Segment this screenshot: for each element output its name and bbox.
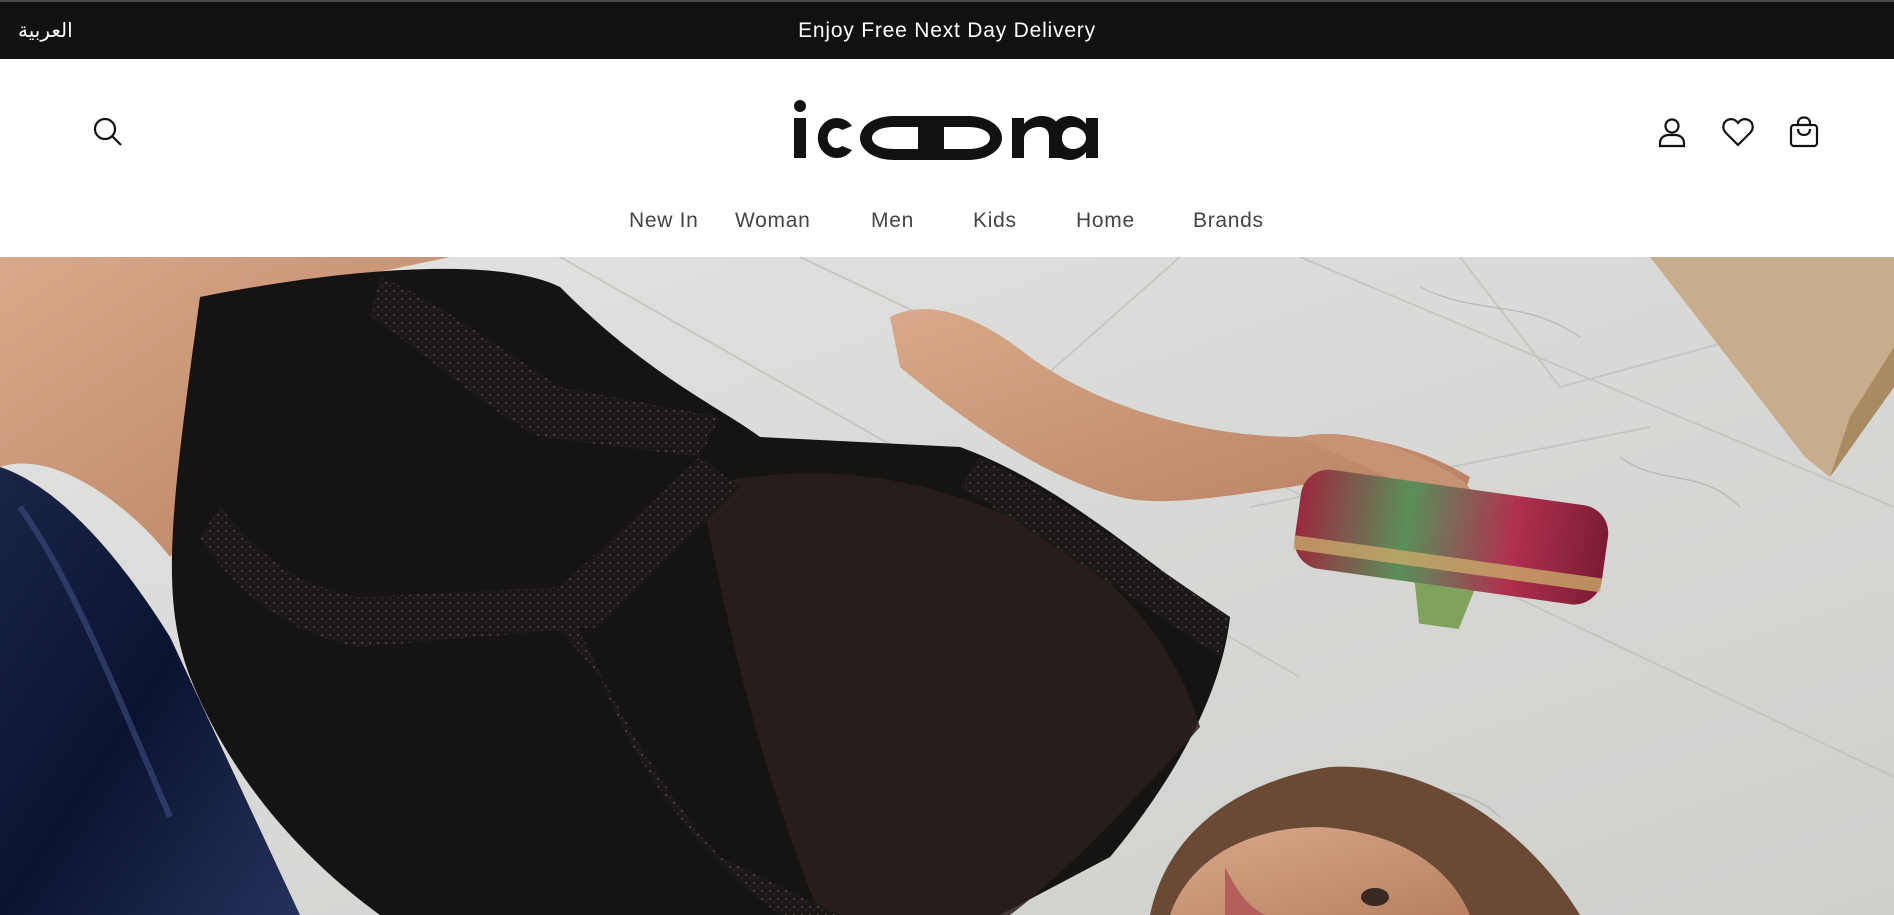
nav-item-men[interactable]: Men: [871, 209, 914, 233]
search-icon: [93, 117, 122, 146]
nav-item-kids[interactable]: Kids: [973, 209, 1017, 233]
promo-text: Enjoy Free Next Day Delivery: [798, 18, 1096, 42]
hero-image: [0, 257, 1894, 915]
announcement-bar: العربية Enjoy Free Next Day Delivery: [0, 0, 1894, 59]
wishlist-button[interactable]: [1716, 110, 1760, 154]
main-navigation: New In Woman Men Kids Home Brands: [0, 209, 1894, 249]
hero-banner[interactable]: [0, 257, 1894, 915]
nav-item-brands[interactable]: Brands: [1193, 209, 1264, 233]
site-logo[interactable]: [790, 96, 1102, 166]
language-switch-link[interactable]: العربية: [18, 18, 73, 42]
shopping-bag-icon: [1789, 116, 1819, 148]
site-header: New In Woman Men Kids Home Brands: [0, 59, 1894, 257]
cart-button[interactable]: [1782, 110, 1826, 154]
nav-item-new-in[interactable]: New In: [629, 209, 699, 233]
nav-item-home[interactable]: Home: [1076, 209, 1135, 233]
account-button[interactable]: [1650, 110, 1694, 154]
nav-item-woman[interactable]: Woman: [735, 209, 810, 233]
heart-icon: [1722, 118, 1754, 147]
user-icon: [1658, 118, 1686, 148]
search-button[interactable]: [86, 110, 130, 154]
logo-wordmark: [794, 100, 1098, 160]
